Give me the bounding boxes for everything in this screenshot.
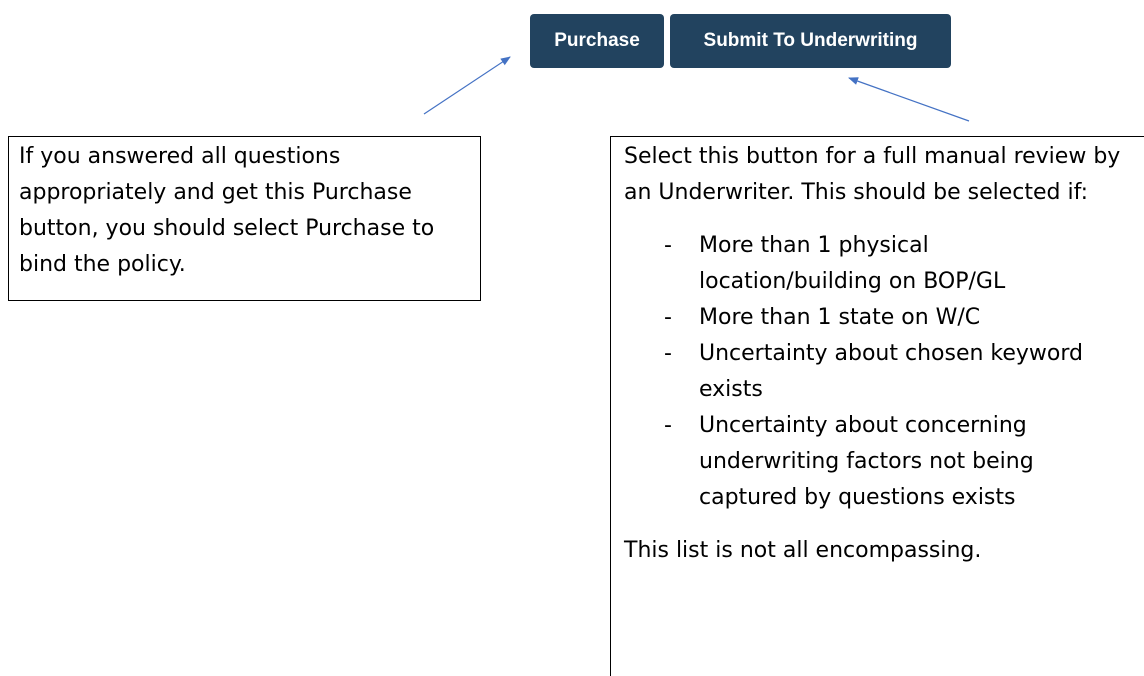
list-item-text: Uncertainty about chosen keyword exists: [699, 341, 1084, 402]
underwriting-callout: Select this button for a full manual rev…: [610, 136, 1144, 676]
dash-bullet-icon: -: [664, 413, 672, 438]
dash-bullet-icon: -: [664, 341, 672, 366]
list-item: - More than 1 state on W/C: [664, 300, 1104, 336]
list-item-text: More than 1 state on W/C: [699, 305, 981, 330]
dash-bullet-icon: -: [664, 233, 672, 258]
underwriting-criteria-list: - More than 1 physical location/building …: [624, 228, 1104, 516]
list-item: - More than 1 physical location/building …: [664, 228, 1104, 300]
underwriting-callout-footer: This list is not all encompassing.: [624, 538, 982, 563]
list-item-text: Uncertainty about concerning underwritin…: [699, 413, 1034, 510]
list-item-text: More than 1 physical location/building o…: [699, 233, 1006, 294]
dash-bullet-icon: -: [664, 305, 672, 330]
submit-to-underwriting-button[interactable]: Submit To Underwriting: [670, 14, 951, 68]
purchase-callout: If you answered all questions appropriat…: [8, 136, 481, 301]
list-item: - Uncertainty about concerning underwriti…: [664, 408, 1104, 516]
underwriting-callout-intro: Select this button for a full manual rev…: [624, 144, 1121, 205]
arrow-to-submit-icon: [848, 77, 970, 122]
purchase-callout-text: If you answered all questions appropriat…: [19, 144, 435, 277]
purchase-button[interactable]: Purchase: [530, 14, 664, 68]
arrow-to-purchase-icon: [423, 56, 511, 115]
list-item: - Uncertainty about chosen keyword exists: [664, 336, 1104, 408]
